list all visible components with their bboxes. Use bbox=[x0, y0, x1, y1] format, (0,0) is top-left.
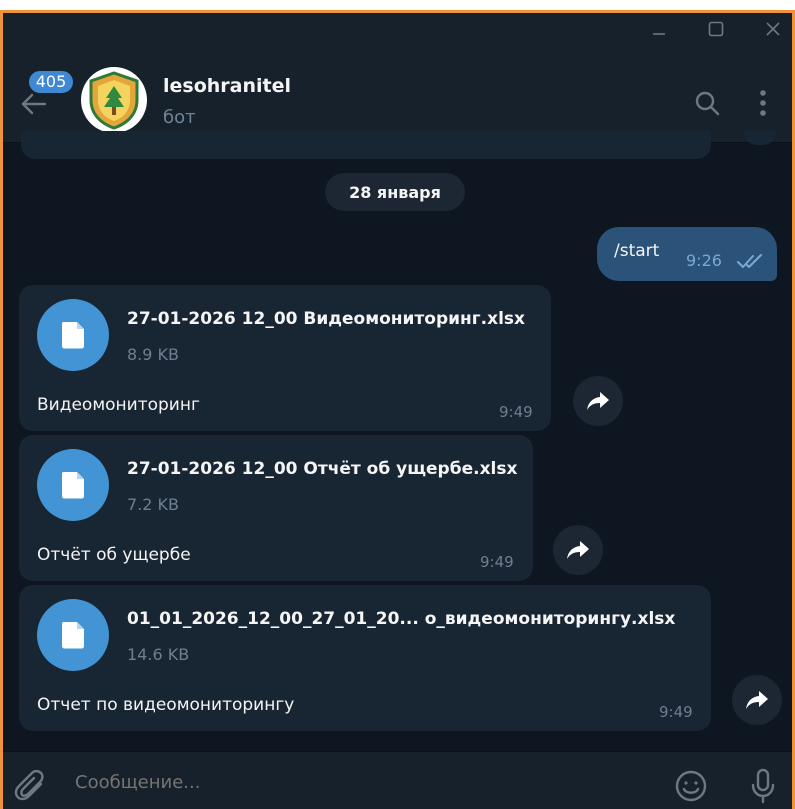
previous-message-bubble bbox=[21, 131, 711, 159]
more-vertical-icon bbox=[760, 90, 766, 116]
file-download-button[interactable] bbox=[37, 449, 109, 521]
message-caption: Отчет по видеомониторингу bbox=[37, 695, 295, 715]
date-separator: 28 января bbox=[325, 173, 465, 211]
close-window-button[interactable] bbox=[750, 13, 792, 45]
forest-guard-logo-icon bbox=[89, 71, 139, 130]
unread-badge: 405 bbox=[27, 69, 75, 95]
forward-arrow-icon bbox=[587, 392, 609, 410]
forward-button[interactable] bbox=[573, 376, 623, 426]
file-size: 14.6 KB bbox=[127, 645, 190, 664]
file-message[interactable]: 01_01_2026_12_00_27_01_20... о_видеомони… bbox=[19, 585, 711, 731]
document-icon bbox=[62, 622, 84, 649]
emoji-icon bbox=[675, 770, 707, 802]
search-icon bbox=[695, 91, 720, 116]
forward-arrow-icon bbox=[567, 541, 589, 559]
file-size: 8.9 KB bbox=[127, 345, 179, 364]
message-text: /start bbox=[614, 241, 660, 261]
file-message[interactable]: 27-01-2026 12_00 Видеомониторинг.xlsx 8.… bbox=[19, 285, 551, 431]
message-composer bbox=[3, 751, 792, 809]
more-menu-button[interactable] bbox=[745, 85, 781, 121]
file-name[interactable]: 27-01-2026 12_00 Отчёт об ущербе.xlsx bbox=[127, 459, 517, 479]
forward-button[interactable] bbox=[553, 525, 603, 575]
minimize-icon bbox=[653, 33, 665, 35]
maximize-icon bbox=[708, 21, 724, 37]
double-check-icon bbox=[737, 254, 762, 268]
emoji-button[interactable] bbox=[671, 766, 711, 806]
file-download-button[interactable] bbox=[37, 299, 109, 371]
chat-subtitle: бот bbox=[163, 107, 196, 128]
message-time: 9:49 bbox=[480, 553, 514, 571]
window-titlebar bbox=[3, 13, 792, 45]
close-icon bbox=[766, 22, 780, 36]
message-time: 9:49 bbox=[499, 403, 533, 421]
microphone-icon bbox=[751, 768, 775, 804]
file-name[interactable]: 01_01_2026_12_00_27_01_20... о_видеомони… bbox=[127, 609, 675, 629]
forward-button[interactable] bbox=[732, 675, 782, 725]
document-icon bbox=[62, 472, 84, 499]
paperclip-icon bbox=[14, 769, 44, 801]
file-name[interactable]: 27-01-2026 12_00 Видеомониторинг.xlsx bbox=[127, 309, 525, 329]
file-download-button[interactable] bbox=[37, 599, 109, 671]
attach-button[interactable] bbox=[11, 766, 51, 806]
maximize-button[interactable] bbox=[693, 13, 739, 45]
file-message[interactable]: 27-01-2026 12_00 Отчёт об ущербе.xlsx 7.… bbox=[19, 435, 533, 581]
message-time: 9:49 bbox=[659, 703, 693, 721]
message-time: 9:26 bbox=[686, 251, 722, 270]
search-button[interactable] bbox=[689, 85, 725, 121]
chat-header: 405 lesohranitel бот bbox=[3, 45, 792, 143]
avatar[interactable] bbox=[81, 67, 147, 133]
telegram-window: 405 lesohranitel бот 28 января /start 9:… bbox=[0, 10, 795, 809]
forward-arrow-icon bbox=[746, 691, 768, 709]
file-size: 7.2 KB bbox=[127, 495, 179, 514]
minimize-button[interactable] bbox=[636, 13, 682, 45]
message-input[interactable] bbox=[75, 772, 635, 793]
message-caption: Отчёт об ущербе bbox=[37, 545, 191, 565]
chat-title[interactable]: lesohranitel bbox=[163, 75, 291, 97]
voice-record-button[interactable] bbox=[743, 766, 783, 806]
document-icon bbox=[62, 322, 84, 349]
message-caption: Видеомониторинг bbox=[37, 395, 200, 415]
outgoing-message[interactable]: /start 9:26 bbox=[597, 227, 777, 281]
